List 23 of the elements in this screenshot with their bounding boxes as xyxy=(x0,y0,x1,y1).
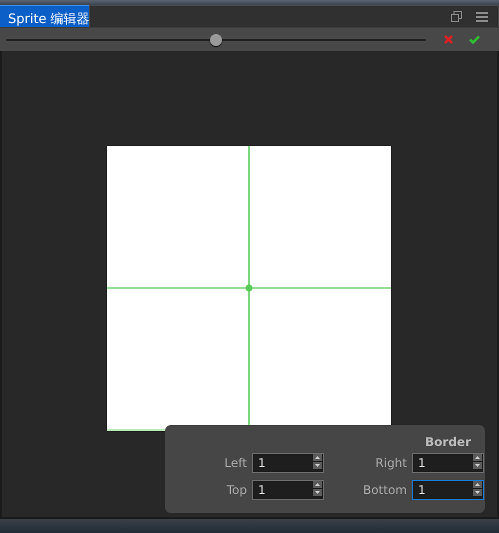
up-arrow-icon[interactable] xyxy=(473,454,482,461)
field-label: Bottom xyxy=(362,483,407,497)
up-arrow-icon[interactable] xyxy=(473,481,482,488)
number-field[interactable]: 1 xyxy=(252,480,324,500)
down-arrow-icon[interactable] xyxy=(313,462,322,469)
checkmark-icon[interactable] xyxy=(469,35,480,44)
number-field[interactable]: 1 xyxy=(412,480,484,500)
number-field[interactable]: 1 xyxy=(412,453,484,473)
editor-tab[interactable]: Sprite 编辑器 xyxy=(0,5,89,27)
up-arrow-icon[interactable] xyxy=(313,481,322,488)
down-arrow-icon[interactable] xyxy=(313,489,322,496)
menu-icon[interactable] xyxy=(476,12,488,22)
field-label: Top xyxy=(226,483,247,497)
field-label: Left xyxy=(224,456,247,470)
slider-thumb[interactable] xyxy=(210,34,222,46)
restore-window-icon[interactable] xyxy=(451,11,462,22)
panel-title: Border xyxy=(425,435,471,449)
number-field[interactable]: 1 xyxy=(252,453,324,473)
field-label: Right xyxy=(375,456,407,470)
up-arrow-icon[interactable] xyxy=(313,454,322,461)
down-arrow-icon[interactable] xyxy=(473,489,482,496)
pivot-handle[interactable] xyxy=(246,284,252,292)
down-arrow-icon[interactable] xyxy=(473,462,482,469)
